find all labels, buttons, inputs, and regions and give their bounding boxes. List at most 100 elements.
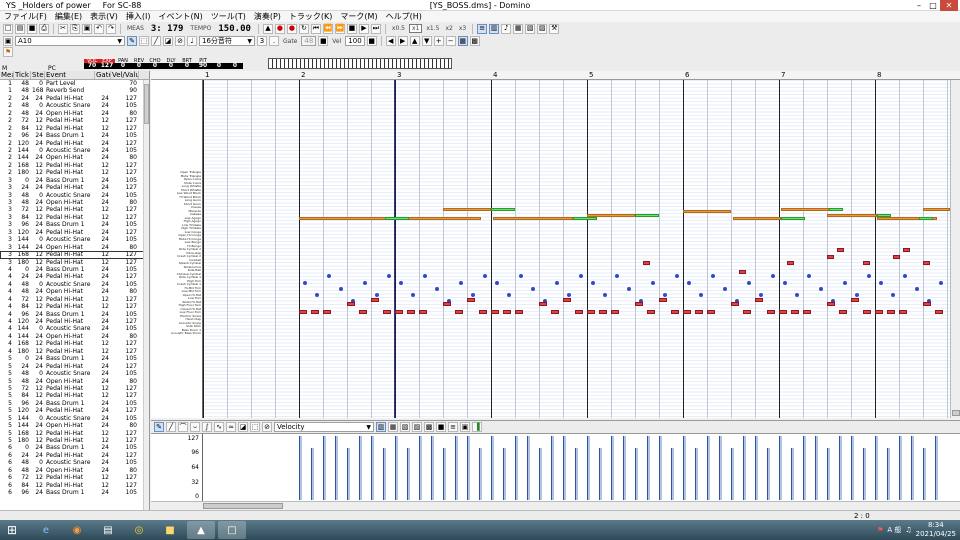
note[interactable] [851, 298, 859, 302]
event-row[interactable]: 5 48 0 Acoustic Snare 24 105 [0, 370, 149, 377]
media-icon[interactable]: ◎ [125, 521, 153, 539]
velocity-bar[interactable] [479, 448, 482, 500]
velocity-bar[interactable] [611, 436, 614, 500]
zoom-0-5[interactable]: x0.5 [390, 25, 407, 32]
ctrl-grid-icon[interactable]: ▣ [460, 422, 470, 432]
note[interactable] [683, 210, 731, 213]
view-track-icon[interactable]: ▦ [513, 23, 524, 34]
note[interactable] [299, 310, 307, 314]
ctrl-view5-icon[interactable]: ▩ [424, 422, 434, 432]
note[interactable] [787, 261, 794, 265]
event-row[interactable]: 3 72 12 Pedal Hi-Hat 12 127 [0, 206, 149, 213]
event-row[interactable]: 2 144 24 Open Hi-Hat 24 80 [0, 154, 149, 161]
drum-hit[interactable] [795, 293, 799, 297]
ctrl-curve4-icon[interactable]: ∿ [214, 422, 224, 432]
drum-hit[interactable] [627, 287, 631, 291]
note[interactable] [587, 310, 595, 314]
event-row[interactable]: 5 0 24 Bass Drum 1 24 105 [0, 355, 149, 362]
menu-track[interactable]: トラック(K) [285, 11, 337, 22]
drum-hit[interactable] [807, 274, 811, 278]
note[interactable] [743, 310, 751, 314]
ctrl-random-icon[interactable]: ≈ [226, 422, 236, 432]
event-row[interactable]: 4 72 12 Pedal Hi-Hat 12 127 [0, 296, 149, 303]
menu-mark[interactable]: マーク(M) [336, 11, 381, 22]
ctrl-view4-icon[interactable]: ▨ [412, 422, 422, 432]
measure-ruler[interactable]: 1 2 3 4 5 6 7 8 [151, 71, 960, 80]
note[interactable] [923, 261, 930, 265]
event-row[interactable]: 4 0 24 Bass Drum 1 24 105 [0, 266, 149, 273]
velocity-bar[interactable] [419, 436, 422, 500]
note[interactable] [923, 208, 950, 211]
note[interactable] [919, 217, 933, 220]
copy-icon[interactable]: ⎘ [70, 23, 80, 34]
event-row[interactable]: 3 96 24 Bass Drum 1 24 105 [0, 221, 149, 228]
velocity-bar[interactable] [851, 436, 854, 500]
col-step[interactable]: Step [31, 71, 45, 79]
note[interactable] [575, 310, 583, 314]
flag-icon[interactable]: ⚑ [877, 526, 883, 534]
velocity-bar[interactable] [599, 448, 602, 500]
play-icon[interactable]: ▶ [358, 23, 369, 34]
undo-icon[interactable]: ↶ [94, 23, 104, 34]
note[interactable] [839, 310, 847, 314]
note[interactable] [385, 217, 409, 220]
triplet-icon[interactable]: 3 [257, 36, 267, 46]
drum-hit[interactable] [495, 281, 499, 285]
mixer-exp[interactable]: EXP 127 [99, 59, 115, 69]
velocity-bar[interactable] [359, 436, 362, 500]
velocity-bar[interactable] [815, 436, 818, 500]
velocity-bar[interactable] [767, 448, 770, 500]
drum-hit[interactable] [555, 281, 559, 285]
new-file-icon[interactable]: □ [3, 23, 13, 34]
forward-end-icon[interactable]: ⏭ [370, 23, 381, 34]
event-row[interactable]: 6 96 24 Bass Drum 1 24 105 [0, 489, 149, 496]
note[interactable] [731, 302, 739, 306]
event-row[interactable]: 5 180 12 Pedal Hi-Hat 12 127 [0, 437, 149, 444]
velocity-bar[interactable] [659, 436, 662, 500]
note-icon[interactable]: ♩ [187, 36, 197, 46]
event-row[interactable]: 3 144 0 Acoustic Snare 24 105 [0, 236, 149, 243]
event-row[interactable]: 2 84 12 Pedal Hi-Hat 12 127 [0, 125, 149, 132]
note[interactable] [323, 310, 331, 314]
zoom-1[interactable]: x1 [409, 24, 423, 33]
drum-hit[interactable] [531, 287, 535, 291]
speaker-icon[interactable]: ♫ [905, 526, 911, 534]
menu-edit[interactable]: 編集(E) [51, 11, 86, 22]
note[interactable] [503, 310, 511, 314]
velocity-bar[interactable] [527, 436, 530, 500]
velocity-bar[interactable] [491, 436, 494, 500]
event-row[interactable]: 3 48 24 Open Hi-Hat 24 80 [0, 199, 149, 206]
event-list-scrollbar[interactable] [143, 80, 149, 511]
window-icon[interactable]: □ [218, 521, 246, 539]
tool-wrench-icon[interactable]: ⚒ [549, 23, 560, 34]
velocity-bar[interactable] [743, 436, 746, 500]
event-row[interactable]: 6 84 12 Pedal Hi-Hat 12 127 [0, 482, 149, 489]
event-row[interactable]: 6 0 24 Bass Drum 1 24 105 [0, 444, 149, 451]
note[interactable] [893, 255, 900, 259]
velocity-bar[interactable] [803, 436, 806, 500]
drum-hit[interactable] [303, 281, 307, 285]
note[interactable] [551, 310, 559, 314]
note[interactable] [311, 310, 319, 314]
note[interactable] [767, 310, 775, 314]
event-row[interactable]: 4 120 24 Pedal Hi-Hat 24 127 [0, 318, 149, 325]
track-icon[interactable]: ▣ [3, 36, 13, 46]
note[interactable] [647, 310, 655, 314]
event-row[interactable]: 6 48 0 Acoustic Snare 24 105 [0, 459, 149, 466]
event-row[interactable]: 6 48 24 Open Hi-Hat 24 80 [0, 467, 149, 474]
drum-hit[interactable] [519, 274, 523, 278]
drum-hit[interactable] [651, 281, 655, 285]
roll-vertical-scrollbar[interactable] [950, 80, 960, 418]
drum-hit[interactable] [579, 274, 583, 278]
velocity-bar[interactable] [551, 436, 554, 500]
velocity-bar[interactable] [755, 436, 758, 500]
velocity-bar[interactable] [431, 436, 434, 500]
note[interactable] [371, 298, 379, 302]
ctrl-view3-icon[interactable]: ▧ [400, 422, 410, 432]
mixer-dly[interactable]: DLY 0 [163, 59, 179, 69]
step-down-icon[interactable]: ▼ [421, 36, 432, 46]
note[interactable] [659, 298, 667, 302]
drum-hit[interactable] [363, 281, 367, 285]
drum-hit[interactable] [843, 281, 847, 285]
event-row[interactable]: 3 120 24 Pedal Hi-Hat 24 127 [0, 229, 149, 236]
